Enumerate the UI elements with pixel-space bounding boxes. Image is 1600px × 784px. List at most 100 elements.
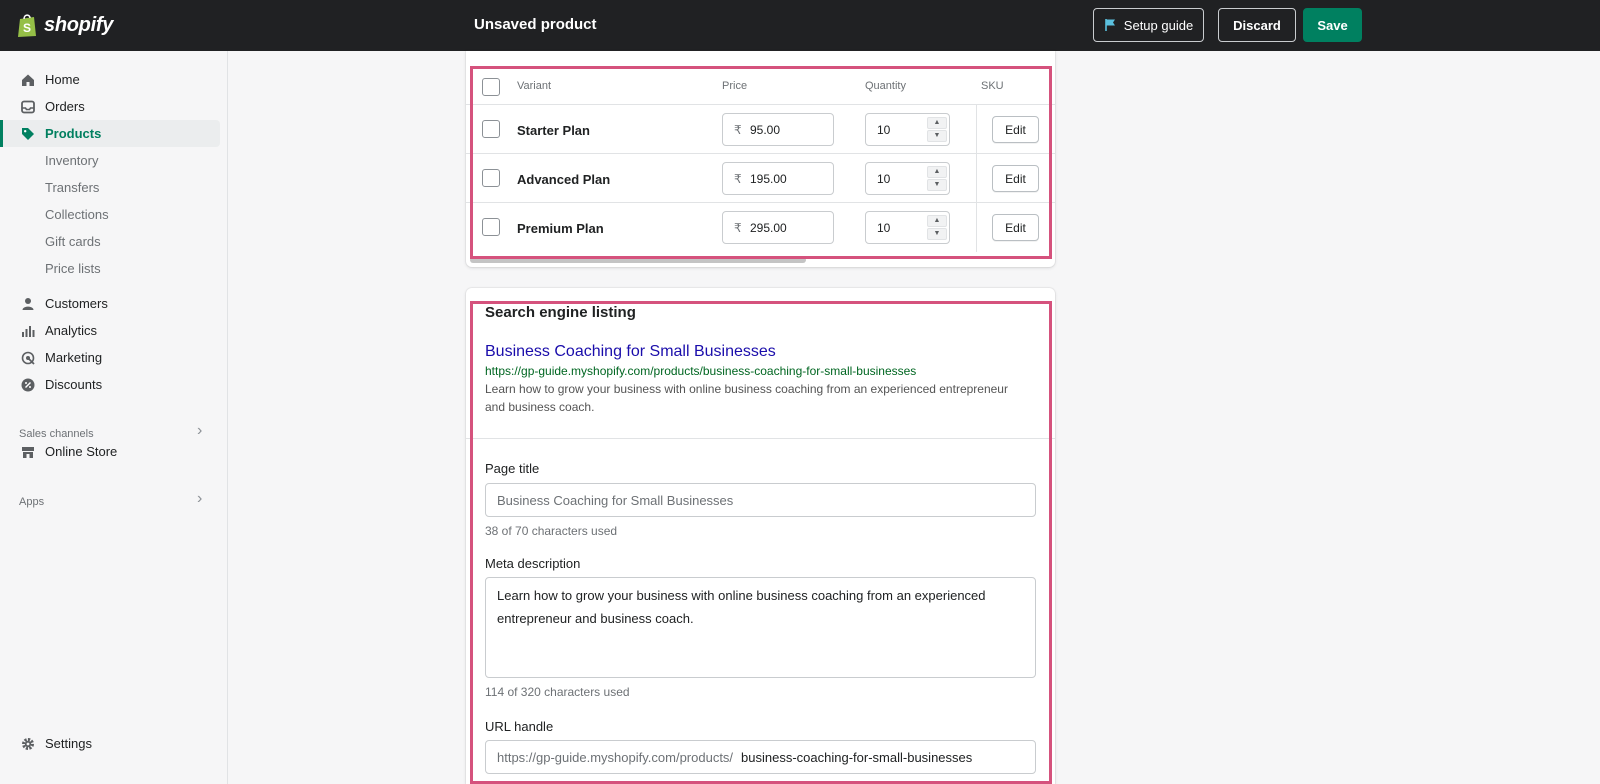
header-variant: Variant — [517, 80, 552, 92]
target-icon — [20, 350, 36, 366]
sidebar-item-orders[interactable]: Orders — [0, 93, 220, 120]
page-title-count: 38 of 70 characters used — [485, 524, 618, 538]
divider — [466, 438, 1055, 439]
url-handle-value: business-coaching-for-small-businesses — [741, 750, 973, 765]
sidebar-item-gift-cards[interactable]: Gift cards — [0, 228, 220, 255]
page-title-label: Page title — [485, 461, 540, 476]
select-all-checkbox[interactable] — [482, 78, 500, 96]
apps-label: Apps — [19, 496, 45, 508]
sidebar-item-settings[interactable]: Settings — [0, 730, 220, 757]
sidebar-item-label: Collections — [45, 207, 109, 222]
price-input[interactable]: ₹ 95.00 — [722, 113, 834, 146]
person-icon — [20, 296, 36, 312]
brand-name: shopify — [44, 13, 114, 36]
increment-icon[interactable]: ▲ — [927, 166, 947, 178]
shopify-logo[interactable]: S shopify — [16, 12, 113, 38]
increment-icon[interactable]: ▲ — [927, 215, 947, 227]
sidebar-item-collections[interactable]: Collections — [0, 201, 220, 228]
url-prefix: https://gp-guide.myshopify.com/products/ — [497, 750, 734, 765]
sidebar-item-label: Products — [45, 126, 102, 141]
row-checkbox[interactable] — [482, 218, 500, 236]
url-handle-label: URL handle — [485, 719, 554, 734]
price-input[interactable]: ₹ 195.00 — [722, 162, 834, 195]
seo-preview-title: Business Coaching for Small Businesses — [485, 343, 776, 360]
top-bar: S shopify Unsaved product Setup guide Di… — [0, 0, 1600, 51]
edit-button[interactable]: Edit — [992, 165, 1039, 192]
sidebar-item-label: Price lists — [45, 261, 101, 276]
sidebar-item-label: Customers — [45, 296, 108, 311]
variant-name: Premium Plan — [517, 221, 604, 236]
variants-table-header: Variant Price Quantity SKU — [466, 67, 1055, 105]
sidebar-item-label: Analytics — [45, 323, 98, 338]
svg-text:S: S — [23, 21, 31, 35]
sidebar: Home Orders Products Inventory Transfers… — [0, 51, 228, 784]
decrement-icon[interactable]: ▼ — [927, 228, 947, 240]
variants-card: Variant Price Quantity SKU Starter Plan … — [466, 51, 1055, 267]
sidebar-item-discounts[interactable]: Discounts — [0, 371, 220, 398]
sidebar-item-products[interactable]: Products — [0, 120, 220, 147]
sidebar-item-marketing[interactable]: Marketing — [0, 344, 220, 371]
variant-name: Advanced Plan — [517, 172, 611, 187]
price-input[interactable]: ₹ 295.00 — [722, 211, 834, 244]
decrement-icon[interactable]: ▼ — [927, 179, 947, 191]
sidebar-item-analytics[interactable]: Analytics — [0, 317, 220, 344]
price-value: 95.00 — [750, 123, 781, 137]
page-title-input[interactable]: Business Coaching for Small Businesses — [485, 483, 1036, 517]
quantity-stepper[interactable]: 10 ▲ ▼ — [865, 211, 950, 244]
setup-guide-label: Setup guide — [1123, 17, 1194, 33]
row-checkbox[interactable] — [482, 120, 500, 138]
sidebar-item-inventory[interactable]: Inventory — [0, 147, 220, 174]
quantity-value: 10 — [877, 123, 891, 137]
orders-icon — [20, 99, 36, 115]
currency-symbol: ₹ — [734, 123, 742, 137]
horizontal-scrollbar[interactable] — [470, 257, 806, 263]
header-quantity: Quantity — [865, 80, 906, 92]
table-row: Advanced Plan ₹ 195.00 10 ▲ ▼ Edit — [466, 154, 1055, 203]
sidebar-item-label: Orders — [45, 99, 85, 114]
seo-preview-url: https://gp-guide.myshopify.com/products/… — [485, 364, 917, 378]
increment-icon[interactable]: ▲ — [927, 117, 947, 129]
edit-button[interactable]: Edit — [992, 116, 1039, 143]
sidebar-item-home[interactable]: Home — [0, 66, 220, 93]
sidebar-item-online-store[interactable]: Online Store — [0, 438, 220, 465]
setup-guide-button[interactable]: Setup guide — [1093, 8, 1204, 42]
shopify-bag-icon: S — [18, 14, 36, 37]
discount-icon — [20, 377, 36, 393]
bar-chart-icon — [20, 323, 36, 339]
save-button[interactable]: Save — [1303, 8, 1362, 42]
sidebar-item-label: Transfers — [45, 180, 100, 195]
quantity-stepper[interactable]: 10 ▲ ▼ — [865, 162, 950, 195]
chevron-right-icon[interactable]: › — [197, 490, 202, 508]
store-icon — [20, 444, 36, 460]
sidebar-item-price-lists[interactable]: Price lists — [0, 255, 220, 282]
header-price: Price — [722, 80, 748, 92]
table-row: Premium Plan ₹ 295.00 10 ▲ ▼ Edit — [466, 203, 1055, 252]
search-engine-listing-card: Search engine listing Business Coaching … — [466, 288, 1055, 784]
quantity-stepper[interactable]: 10 ▲ ▼ — [865, 113, 950, 146]
sidebar-item-label: Inventory — [45, 153, 99, 168]
row-checkbox[interactable] — [482, 169, 500, 187]
sidebar-item-label: Marketing — [45, 350, 103, 365]
sidebar-item-label: Online Store — [45, 444, 118, 459]
tag-icon — [20, 126, 36, 142]
sidebar-item-label: Discounts — [45, 377, 103, 392]
price-value: 295.00 — [750, 221, 787, 235]
currency-symbol: ₹ — [734, 221, 742, 235]
price-value: 195.00 — [750, 172, 787, 186]
discard-button[interactable]: Discard — [1218, 8, 1296, 42]
decrement-icon[interactable]: ▼ — [927, 130, 947, 142]
section-title: Search engine listing — [485, 304, 636, 321]
edit-button[interactable]: Edit — [992, 214, 1039, 241]
meta-description-label: Meta description — [485, 556, 581, 571]
sidebar-item-label: Gift cards — [45, 234, 101, 249]
quantity-value: 10 — [877, 172, 891, 186]
home-icon — [20, 72, 36, 88]
sidebar-item-transfers[interactable]: Transfers — [0, 174, 220, 201]
gear-icon — [20, 736, 36, 752]
flag-icon — [1104, 19, 1115, 31]
sidebar-item-customers[interactable]: Customers — [0, 290, 220, 317]
variant-name: Starter Plan — [517, 123, 590, 138]
url-handle-input[interactable]: https://gp-guide.myshopify.com/products/… — [485, 740, 1036, 774]
currency-symbol: ₹ — [734, 172, 742, 186]
meta-description-textarea[interactable]: Learn how to grow your business with onl… — [485, 577, 1036, 678]
